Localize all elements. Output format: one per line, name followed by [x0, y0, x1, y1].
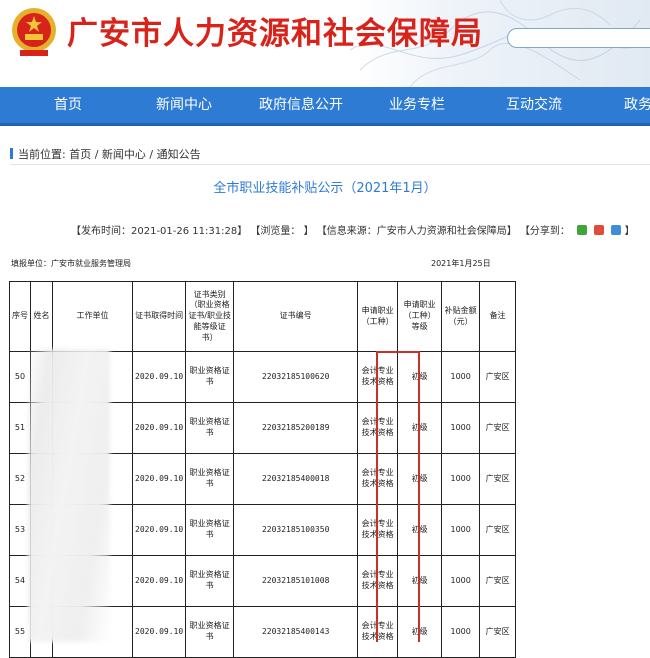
column-header: 证书类别（职业资格证书/职业技能等级证书） [185, 281, 235, 352]
fill-unit: 填报单位：广安市就业服务管理局 [11, 259, 131, 268]
note-cell: 广安区 [479, 402, 517, 454]
note-cell: 广安区 [479, 504, 517, 556]
column-header: 证书取得时间 [131, 281, 187, 352]
note-cell: 广安区 [479, 351, 517, 403]
wechat-icon[interactable] [577, 225, 588, 235]
amount-cell: 1000 [441, 453, 481, 505]
cert-date-cell: 2020.09.10 [131, 504, 187, 556]
cert-type-cell: 职业资格证书 [185, 402, 235, 454]
main-nav: 首页 新闻中心 政府信息公开 业务专栏 互动交流 政务 [0, 87, 650, 126]
cert-date-cell: 2020.09.10 [131, 402, 187, 454]
column-header: 证书编号 [233, 281, 359, 352]
cert-number-cell: 22032185100350 [233, 504, 359, 556]
breadcrumb-marker [10, 148, 13, 159]
redaction-blur [28, 349, 110, 642]
nav-item-interaction[interactable]: 互动交流 [506, 87, 562, 123]
table-header-row: 序号 姓名 工作单位 证书取得时间 证书类别（职业资格证书/职业技能等级证书） … [9, 281, 517, 352]
cert-number-cell: 22032185101008 [233, 555, 359, 607]
article-title: 全市职业技能补贴公示（2021年1月） [213, 181, 437, 196]
national-emblem-icon [12, 8, 56, 56]
article-meta-end: 】 [624, 226, 635, 237]
cert-type-cell: 职业资格证书 [185, 606, 235, 658]
highlight-box [376, 351, 420, 642]
amount-cell: 1000 [441, 351, 481, 403]
nav-item-home[interactable]: 首页 [54, 87, 82, 123]
cert-number-cell: 22032185400018 [233, 453, 359, 505]
note-cell: 广安区 [479, 453, 517, 505]
note-cell: 广安区 [479, 555, 517, 607]
cert-type-cell: 职业资格证书 [185, 351, 235, 403]
cert-date-cell: 2020.09.10 [131, 606, 187, 658]
column-header: 序号 [9, 281, 31, 352]
nav-item-business[interactable]: 业务专栏 [389, 87, 445, 123]
search-input[interactable] [507, 28, 650, 48]
amount-cell: 1000 [441, 402, 481, 454]
note-cell: 广安区 [479, 606, 517, 658]
divider [10, 164, 650, 165]
cert-number-cell: 22032185100620 [233, 351, 359, 403]
column-header: 姓名 [30, 281, 53, 352]
article-meta: 【发布时间：2021-01-26 11:31:28】 【浏览量： 】 【信息来源… [71, 222, 635, 237]
site-title[interactable]: 广安市人力资源和社会保障局 [67, 8, 483, 53]
amount-cell: 1000 [441, 504, 481, 556]
cert-date-cell: 2020.09.10 [131, 453, 187, 505]
nav-item-gov-info[interactable]: 政府信息公开 [259, 87, 343, 123]
column-header: 补贴金额（元） [441, 281, 481, 352]
breadcrumb-text[interactable]: 当前位置: 首页 / 新闻中心 / 通知公告 [18, 148, 201, 161]
fill-date: 2021年1月25日 [431, 259, 491, 268]
column-header: 备注 [479, 281, 517, 352]
breadcrumb: 当前位置: 首页 / 新闻中心 / 通知公告 [10, 146, 201, 162]
cert-number-cell: 22032185200189 [233, 402, 359, 454]
weibo-icon[interactable] [594, 225, 605, 235]
column-header: 申请职业（工种） [357, 281, 399, 352]
amount-cell: 1000 [441, 555, 481, 607]
cert-type-cell: 职业资格证书 [185, 555, 235, 607]
article-meta-text: 【发布时间：2021-01-26 11:31:28】 【浏览量： 】 【信息来源… [71, 226, 570, 237]
amount-cell: 1000 [441, 606, 481, 658]
nav-item-government-affairs[interactable]: 政务 [624, 87, 650, 123]
qzone-icon[interactable] [611, 225, 622, 235]
nav-item-news[interactable]: 新闻中心 [156, 87, 212, 123]
cert-date-cell: 2020.09.10 [131, 555, 187, 607]
site-header: 广安市人力资源和社会保障局 [0, 0, 650, 87]
cert-type-cell: 职业资格证书 [185, 453, 235, 505]
cert-number-cell: 22032185400143 [233, 606, 359, 658]
column-header: 工作单位 [52, 281, 133, 352]
cert-type-cell: 职业资格证书 [185, 504, 235, 556]
column-header: 申请职业（工种）等级 [397, 281, 443, 352]
cert-date-cell: 2020.09.10 [131, 351, 187, 403]
